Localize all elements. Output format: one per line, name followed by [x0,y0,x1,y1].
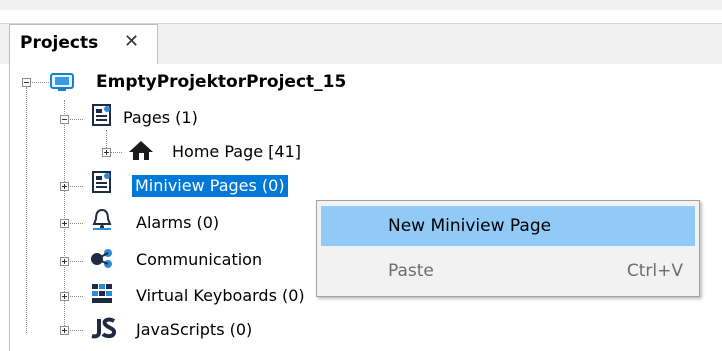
javascript-icon [91,317,116,339]
menu-item-label: New Miniview Page [388,216,552,236]
top-toolbar-area [0,0,722,10]
tree-item-label: JavaScripts (0) [136,320,253,339]
tree-item-label: Virtual Keyboards (0) [136,286,305,305]
panel-border [9,63,10,351]
tree-item-label: Home Page [41] [172,142,301,161]
context-menu: New Miniview Page Paste Ctrl+V [316,200,700,297]
tab-projects-label: Projects [20,33,99,53]
tree-item-label: Communication [136,250,263,269]
menu-item-shortcut: Ctrl+V [626,261,683,281]
menu-item-paste[interactable]: Paste Ctrl+V [321,251,695,291]
tree-guide-line [26,87,27,333]
alarm-bell-icon [92,208,112,230]
tree-item-label: Alarms (0) [136,213,220,232]
close-icon[interactable]: ✕ [124,31,139,52]
tab-projects[interactable]: Projects ✕ [9,24,158,64]
communication-icon [91,249,112,268]
expand-toggle-icon[interactable] [60,326,69,335]
tree-item-label: Pages (1) [123,108,198,127]
project-icon [50,73,74,91]
expand-toggle-icon[interactable] [60,219,69,228]
home-icon [129,141,153,160]
pages-icon [92,171,111,193]
expand-toggle-icon[interactable] [60,182,69,191]
expand-toggle-icon[interactable] [60,292,69,301]
tree-root-label: EmptyProjektorProject_15 [96,72,347,92]
collapse-toggle-icon[interactable] [22,78,31,87]
menu-item-label: Paste [388,261,434,281]
expand-toggle-icon[interactable] [102,148,111,157]
menu-item-new-miniview-page[interactable]: New Miniview Page [321,206,695,246]
collapse-toggle-icon[interactable] [60,115,69,124]
keyboard-icon [92,284,112,303]
tree-item-label: Miniview Pages (0) [132,175,288,197]
expand-toggle-icon[interactable] [60,257,69,266]
pages-icon [92,104,111,126]
